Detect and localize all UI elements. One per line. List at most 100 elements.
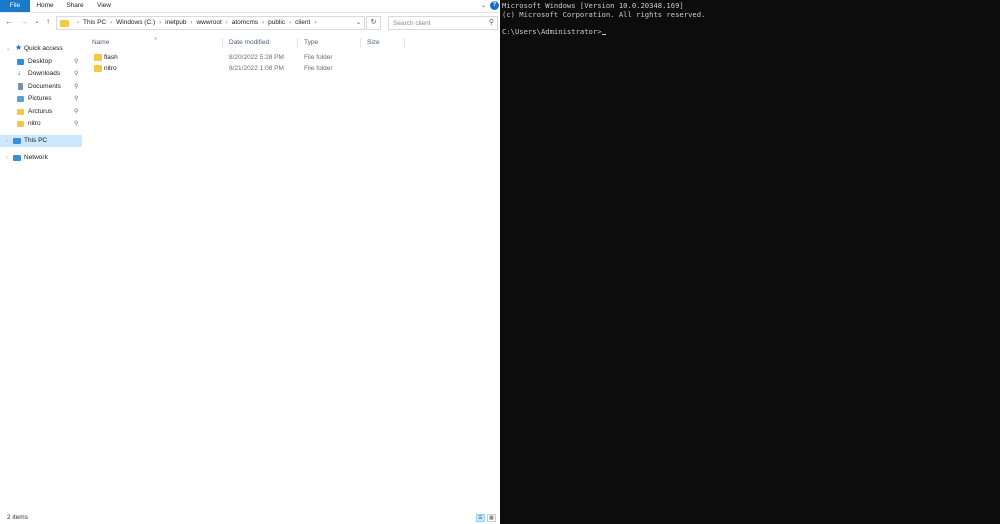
forward-arrow-icon[interactable]: → [19, 16, 29, 28]
column-label: Type [304, 39, 319, 46]
chevron-right-icon[interactable]: › [190, 20, 192, 26]
download-icon: ↓ [17, 68, 21, 77]
table-row[interactable]: flash 8/20/2022 5:28 PM File folder [86, 52, 500, 63]
sidebar-item-label: Desktop [28, 58, 52, 65]
status-bar: 2 items ☰ ▦ [0, 512, 500, 524]
sidebar-item-this-pc[interactable]: › This PC [0, 135, 82, 147]
sidebar-item-desktop[interactable]: Desktop ⚲ [0, 56, 82, 68]
chevron-right-icon[interactable]: › [289, 20, 291, 26]
chevron-right-icon[interactable]: › [6, 152, 8, 164]
sidebar-item-documents[interactable]: Documents ⚲ [0, 81, 82, 93]
recent-locations-icon[interactable]: ⌄ [32, 16, 42, 28]
date-modified: 8/20/2022 5:28 PM [229, 54, 284, 61]
file-type: File folder [304, 65, 333, 72]
sort-ascending-icon: ˄ [154, 37, 158, 43]
terminal-prompt[interactable]: C:\Users\Administrator> [502, 27, 606, 36]
terminal-output-line: Microsoft Windows [Version 10.0.20348.16… [502, 1, 684, 10]
navigation-bar: ← → ⌄ ↑ › This PC › Windows (C:) › inetpub › ww… [0, 13, 500, 33]
back-arrow-icon[interactable]: ← [4, 16, 14, 28]
sidebar-item-quick-access[interactable]: ⌄ ★ Quick access [0, 43, 82, 55]
folder-icon [94, 65, 102, 72]
folder-icon [17, 121, 24, 127]
breadcrumb-item[interactable]: wwwroot [196, 19, 221, 26]
chevron-right-icon[interactable]: › [159, 20, 161, 26]
sidebar-item-pictures[interactable]: Pictures ⚲ [0, 93, 82, 105]
column-label: Date modified [229, 39, 270, 46]
search-input[interactable] [389, 17, 483, 29]
column-header-date-modified[interactable]: Date modified [223, 38, 298, 48]
pin-icon: ⚲ [74, 71, 79, 77]
pin-icon: ⚲ [74, 59, 79, 65]
help-icon[interactable]: ? [490, 1, 499, 10]
breadcrumb-item[interactable]: client [295, 19, 310, 26]
tab-home[interactable]: Home [32, 0, 58, 12]
tab-share[interactable]: Share [61, 0, 89, 12]
pin-icon: ⚲ [74, 84, 79, 90]
breadcrumb: › This PC › Windows (C:) › inetpub › wwwroot › at… [73, 17, 320, 29]
document-icon [18, 83, 23, 90]
breadcrumb-item[interactable]: inetpub [165, 19, 186, 26]
refresh-icon[interactable]: ↻ [366, 16, 381, 30]
sidebar-item-nitro[interactable]: nitro ⚲ [0, 118, 82, 130]
sidebar-item-label: Pictures [28, 95, 52, 102]
terminal-output-line: (c) Microsoft Corporation. All rights re… [502, 10, 706, 19]
column-label: Name [92, 39, 110, 46]
file-explorer-window: File Home Share View ⌄ ? ← → ⌄ ↑ › This P… [0, 0, 500, 524]
folder-icon [94, 54, 102, 61]
file-name: flash [104, 54, 118, 61]
chevron-right-icon[interactable]: › [314, 20, 316, 26]
star-icon: ★ [15, 43, 23, 52]
navigation-pane: ⌄ ★ Quick access Desktop ⚲ ↓ Downloads ⚲… [0, 40, 82, 510]
chevron-right-icon: › [77, 20, 79, 26]
file-type: File folder [304, 54, 333, 61]
details-view-icon[interactable]: ☰ [476, 514, 485, 522]
up-arrow-icon[interactable]: ↑ [43, 16, 53, 28]
search-box[interactable]: ⚲ [388, 16, 498, 30]
picture-icon [17, 96, 24, 102]
breadcrumb-item[interactable]: public [268, 19, 285, 26]
desktop-icon [17, 59, 24, 65]
address-bar[interactable]: › This PC › Windows (C:) › inetpub › wwwroot › at… [56, 16, 365, 30]
sidebar-item-label: Downloads [28, 70, 61, 77]
sidebar-item-label: nitro [28, 120, 41, 127]
text-cursor [601, 34, 606, 35]
computer-icon [13, 138, 21, 144]
tab-file[interactable]: File [0, 0, 30, 12]
prompt-text: C:\Users\Administrator> [502, 27, 602, 36]
chevron-down-icon[interactable]: ⌄ [356, 17, 361, 29]
breadcrumb-item[interactable]: This PC [83, 19, 106, 26]
sidebar-item-network[interactable]: › Network [0, 152, 82, 164]
chevron-right-icon[interactable]: › [226, 20, 228, 26]
chevron-right-icon[interactable]: › [110, 20, 112, 26]
column-label: Size [367, 39, 380, 46]
ribbon: File Home Share View ⌄ ? [0, 0, 500, 13]
command-prompt-window[interactable]: Microsoft Windows [Version 10.0.20348.16… [500, 0, 1000, 524]
column-header-size[interactable]: Size [361, 38, 405, 48]
table-row[interactable]: nitro 8/21/2022 1:08 PM File folder [86, 63, 500, 74]
expand-ribbon-icon[interactable]: ⌄ [481, 2, 486, 9]
sidebar-item-label: Arcturus [28, 108, 53, 115]
breadcrumb-item[interactable]: Windows (C:) [116, 19, 155, 26]
chevron-right-icon[interactable]: › [6, 135, 8, 147]
column-header-name[interactable]: ˄ Name [86, 37, 223, 48]
column-header-type[interactable]: Type [298, 38, 361, 48]
file-name: nitro [104, 65, 117, 72]
date-modified: 8/21/2022 1:08 PM [229, 65, 284, 72]
chevron-right-icon[interactable]: › [262, 20, 264, 26]
tab-view[interactable]: View [92, 0, 116, 12]
breadcrumb-item[interactable]: atomcms [232, 19, 258, 26]
folder-icon [60, 20, 69, 27]
sidebar-item-label: Documents [28, 83, 61, 90]
chevron-down-icon[interactable]: ⌄ [6, 43, 10, 55]
sidebar-item-label: This PC [24, 137, 48, 144]
folder-icon [17, 109, 24, 115]
search-icon[interactable]: ⚲ [489, 18, 494, 26]
sidebar-item-label: Quick access [24, 45, 63, 52]
pin-icon: ⚲ [74, 121, 79, 127]
sidebar-item-arcturus[interactable]: Arcturus ⚲ [0, 106, 82, 118]
file-list: ˄ Name Date modified Type Size flash 8/2… [86, 34, 500, 510]
pin-icon: ⚲ [74, 96, 79, 102]
sidebar-item-downloads[interactable]: ↓ Downloads ⚲ [0, 68, 82, 80]
sidebar-item-label: Network [24, 154, 48, 161]
large-icons-view-icon[interactable]: ▦ [487, 514, 496, 522]
